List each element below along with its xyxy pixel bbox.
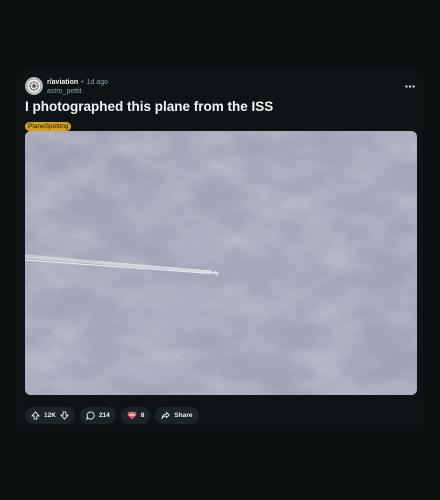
- comments-button[interactable]: 214: [79, 407, 116, 424]
- subreddit-avatar-icon[interactable]: [25, 77, 43, 95]
- meta-separator: •: [81, 79, 84, 86]
- vote-pill: 12K: [25, 407, 75, 424]
- downvote-icon[interactable]: [59, 411, 69, 420]
- post-card[interactable]: r/aviation • 1d ago astro_pettit I photogr…: [17, 69, 423, 430]
- share-icon: [161, 411, 171, 420]
- cloud-photo: [25, 131, 417, 395]
- post-time: 1d ago: [86, 79, 108, 86]
- post-actions: 12K 214 8 Share: [25, 407, 199, 424]
- subreddit-name[interactable]: r/aviation: [47, 79, 78, 86]
- post-header: r/aviation • 1d ago astro_pettit: [25, 77, 415, 99]
- author-name[interactable]: astro_pettit: [47, 87, 82, 96]
- post-meta: r/aviation • 1d ago: [47, 78, 108, 87]
- vote-count: 12K: [44, 412, 56, 419]
- share-button[interactable]: Share: [155, 407, 199, 424]
- share-label: Share: [174, 412, 193, 419]
- more-options-icon[interactable]: [403, 81, 417, 91]
- comment-count: 214: [98, 412, 110, 419]
- comment-icon: [86, 411, 95, 420]
- post-title[interactable]: I photographed this plane from the ISS: [25, 98, 273, 116]
- post-flair[interactable]: PlaneSpotting: [25, 122, 72, 131]
- award-icon: [127, 411, 137, 420]
- award-button[interactable]: 8: [120, 407, 151, 424]
- post-image[interactable]: [25, 131, 417, 395]
- award-count: 8: [140, 412, 145, 419]
- upvote-icon[interactable]: [31, 411, 40, 420]
